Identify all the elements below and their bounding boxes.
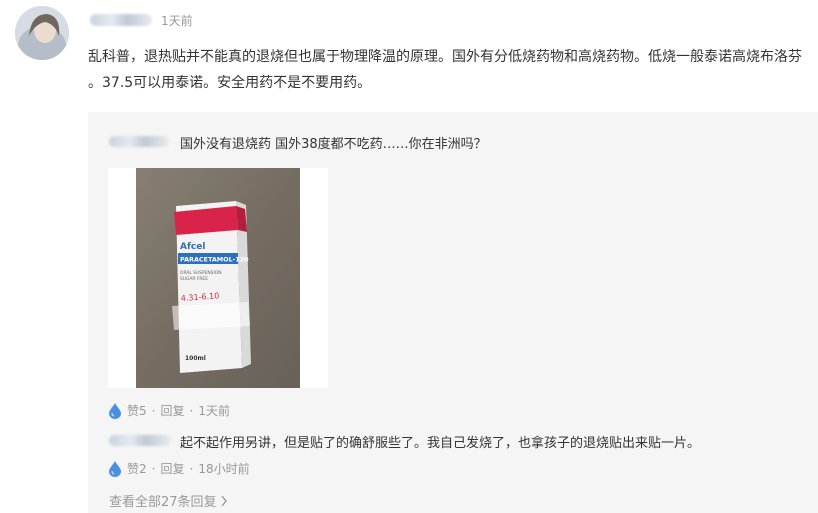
- reply-button[interactable]: 回复: [160, 402, 184, 419]
- view-all-replies-link[interactable]: 查看全部27条回复: [109, 491, 228, 510]
- view-all-label: 查看全部27条回复: [109, 495, 217, 510]
- avatar[interactable]: [15, 6, 69, 60]
- product-volume: 100ml: [185, 355, 206, 362]
- reply-photo[interactable]: Afcel PARACETAMOL-120 ORAL SUSPENSION SU…: [108, 168, 328, 388]
- username-blurred[interactable]: [90, 14, 152, 26]
- reply-text: 起不起作用另讲，但是贴了的确舒服些了。我自己发烧了，也拿孩子的退烧贴出来贴一片。: [180, 436, 701, 451]
- reply-text: 国外没有退烧药 国外38度都不吃药……你在非洲吗？: [180, 137, 487, 152]
- product-line-2: SUGAR FREE: [180, 276, 208, 282]
- comment-text: 乱科普，退热贴并不能真的退烧但也属于物理降温的原理。国外有分低烧药物和高烧药物。…: [88, 49, 802, 91]
- product-brand: Afcel: [180, 242, 205, 252]
- separator: ·: [189, 461, 194, 476]
- product-line-1: ORAL SUSPENSION: [180, 270, 222, 276]
- reply-button[interactable]: 回复: [160, 460, 184, 477]
- like-icon[interactable]: [108, 402, 122, 419]
- like-icon[interactable]: [108, 460, 122, 477]
- product-name: PARACETAMOL-120: [180, 256, 249, 264]
- reply-time: 18小时前: [198, 462, 250, 476]
- reply-username-blurred[interactable]: [109, 136, 169, 147]
- like-count[interactable]: 赞5: [127, 402, 147, 419]
- like-count[interactable]: 赞2: [127, 460, 147, 477]
- chevron-right-icon: [221, 495, 227, 506]
- reply-meta: 赞2 · 回复 · 18小时前: [108, 460, 250, 477]
- reply-time: 1天前: [198, 404, 230, 418]
- reply-username-blurred[interactable]: [109, 435, 171, 446]
- reply-meta: 赞5 · 回复 · 1天前: [108, 402, 230, 419]
- reply-panel: 国外没有退烧药 国外38度都不吃药……你在非洲吗？ Afcel PARACETA…: [88, 112, 818, 513]
- separator: ·: [151, 461, 156, 476]
- comment-time: 1天前: [161, 14, 193, 28]
- separator: ·: [151, 403, 156, 418]
- separator: ·: [189, 403, 194, 418]
